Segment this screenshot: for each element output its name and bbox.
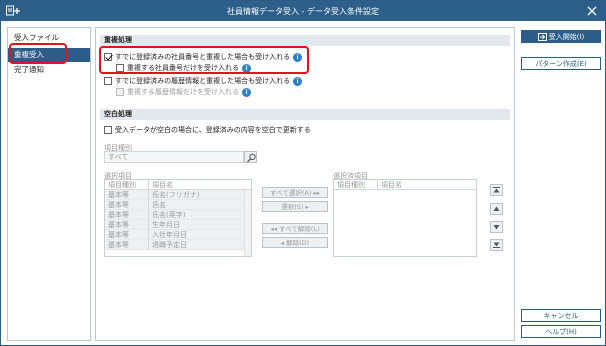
move-bottom-button[interactable] [490,239,503,251]
available-items-list[interactable]: 項目種別 項目名 基本等 氏名(フリガナ) 基本等 氏名 基本等 氏名(英字) 基本等… [104,179,252,257]
move-top-button[interactable] [490,184,503,196]
cancel-label: キャンセル [543,312,579,320]
info-icon[interactable]: i [293,76,303,86]
option-dup-history-only: 重複する履歴情報だけを受け入れる i [116,87,251,97]
move-up-button[interactable] [490,203,503,215]
move-top-icon [493,187,500,193]
dup-history-only-label: 重複する履歴情報だけを受け入れる [127,88,239,96]
list-header: 項目種別 項目名 [105,180,251,190]
clear-all-label: すべて解除(L) [279,225,320,233]
create-pattern-label: パターン作成(E) [535,60,587,68]
sidebar-highlight [9,43,67,64]
row-kind: 基本等 [105,230,149,239]
sidebar-item-completion-notice[interactable]: 完了通知 [8,63,90,77]
dup-history-label: すでに登録済みの履歴情報と重複した場合も受け入れる [115,77,291,85]
clear-label: 解除(D) [286,239,310,247]
col-name-header: 項目名 [381,181,402,189]
search-icon [247,153,256,163]
sidebar: 受入ファイル 重複受入 完了通知 [7,27,91,341]
dup-history-checkbox[interactable] [104,77,112,85]
table-row[interactable]: 基本等 氏名(フリガナ) [105,190,251,200]
move-down-icon [493,225,500,230]
row-name: 氏名 [152,201,166,209]
dup-history-only-checkbox [116,88,124,96]
import-icon [537,33,547,41]
close-icon[interactable] [584,4,600,18]
row-kind: 基本等 [105,220,149,229]
table-row[interactable]: 基本等 退職予定日 [105,240,251,250]
selected-items-list[interactable]: 項目種別 項目名 [333,179,477,257]
create-pattern-button[interactable]: パターン作成(E) [521,57,601,70]
blank-section-header: 空白処理 [100,109,510,120]
select-button[interactable]: 選択(S) ▸ [262,201,328,212]
main-panel: 重複処理 すでに登録済みの社員番号と重複した場合も受け入れる i 重複する社員番… [95,27,515,341]
clear-all-button[interactable]: ◂◂ すべて解除(L) [262,223,328,234]
blank-update-label: 受入データが空白の場合に、登録済みの内容を空白で更新する [115,126,311,134]
row-name: 退職予定日 [152,241,187,249]
blank-update-checkbox[interactable] [104,126,112,134]
table-row[interactable]: 基本等 生年月日 [105,220,251,230]
item-kind-value: すべて [108,153,129,161]
start-import-label: 受入開始(I) [548,33,585,41]
select-label: 選択(S) [281,203,304,211]
row-name: 氏名(フリガナ) [152,191,200,199]
col-name-header: 項目名 [152,181,173,189]
item-kind-select: すべて [104,151,244,163]
start-import-button[interactable]: 受入開始(I) [521,30,601,43]
select-all-label: すべて選択(A) [270,189,312,197]
row-name: 入社年月日 [152,231,187,239]
row-kind: 基本等 [105,210,149,219]
table-row[interactable]: 基本等 氏名(英字) [105,210,251,220]
row-kind: 基本等 [105,190,149,199]
option-dup-history[interactable]: すでに登録済みの履歴情報と重複した場合も受け入れる i [104,76,303,86]
scrollbar[interactable] [244,190,251,256]
move-up-icon [493,206,500,211]
window-title: 社員情報データ受入 - データ受入条件設定 [227,7,379,16]
col-kind-header: 項目種別 [334,180,378,189]
row-name: 氏名(英字) [152,211,186,219]
col-kind-header: 項目種別 [105,180,149,189]
row-kind: 基本等 [105,240,149,249]
info-icon[interactable]: i [242,87,251,97]
cancel-button[interactable]: キャンセル [521,309,601,322]
search-button[interactable] [244,151,257,163]
row-kind: 基本等 [105,200,149,209]
option-blank-update[interactable]: 受入データが空白の場合に、登録済みの内容を空白で更新する [104,125,311,135]
table-row[interactable]: 基本等 氏名 [105,200,251,210]
help-button[interactable]: ヘルプ(H) [521,325,601,338]
duplicate-section-header: 重複処理 [100,35,510,46]
table-row[interactable]: 基本等 入社年月日 [105,230,251,240]
options-highlight [99,46,309,74]
move-bottom-icon [493,242,500,248]
dialog-window: 社員情報データ受入 - データ受入条件設定 受入ファイル 重複受入 完了通知 重… [0,0,606,346]
clear-button[interactable]: ◂ 解除(D) [262,237,328,248]
move-down-button[interactable] [490,221,503,233]
select-all-button[interactable]: すべて選択(A) ▸▸ [262,187,328,198]
help-label: ヘルプ(H) [545,328,577,336]
title-bar: 社員情報データ受入 - データ受入条件設定 [1,1,605,21]
list-header: 項目種別 項目名 [334,180,476,190]
row-name: 生年月日 [152,221,180,229]
